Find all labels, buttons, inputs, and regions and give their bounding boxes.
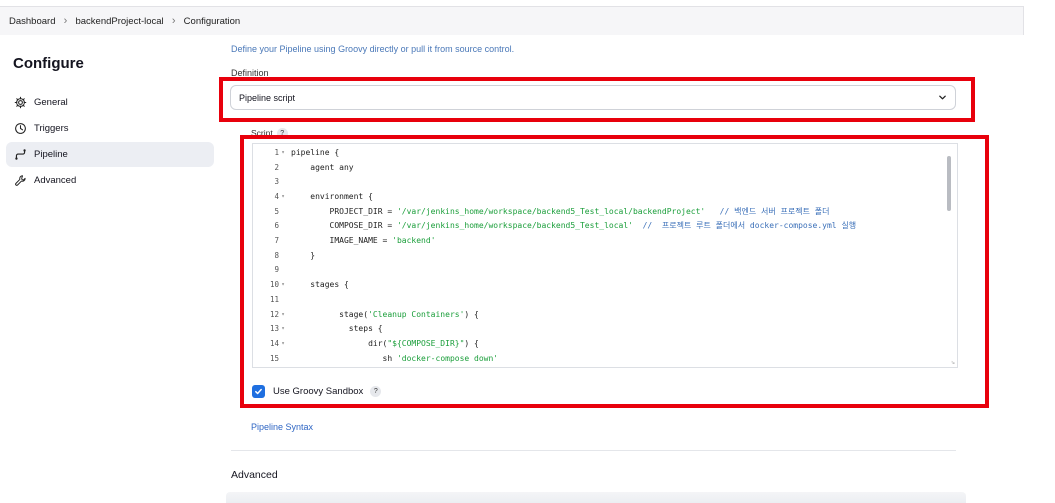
section-divider bbox=[231, 450, 956, 451]
wrench-icon bbox=[14, 174, 27, 187]
breadcrumb-configuration[interactable]: Configuration bbox=[184, 16, 241, 27]
clock-icon bbox=[14, 122, 27, 135]
sandbox-label: Use Groovy Sandbox bbox=[273, 386, 364, 397]
sidebar-item-advanced[interactable]: Advanced bbox=[6, 168, 214, 193]
breadcrumb: Dashboard › backendProject-local › Confi… bbox=[0, 6, 1024, 35]
check-icon bbox=[255, 388, 262, 395]
sidebar-title: Configure bbox=[13, 55, 84, 72]
sidebar-item-label: Advanced bbox=[34, 175, 77, 186]
sidebar-item-label: Pipeline bbox=[34, 149, 68, 160]
highlight-box-script bbox=[240, 135, 989, 408]
gear-icon bbox=[14, 96, 27, 109]
sandbox-checkbox[interactable] bbox=[252, 385, 265, 398]
sidebar-item-general[interactable]: General bbox=[6, 90, 214, 115]
highlight-box-definition bbox=[219, 77, 975, 122]
sidebar-item-pipeline[interactable]: Pipeline bbox=[6, 142, 214, 167]
breadcrumb-project[interactable]: backendProject-local bbox=[75, 16, 163, 27]
advanced-section-heading: Advanced bbox=[231, 469, 278, 481]
sidebar-item-triggers[interactable]: Triggers bbox=[6, 116, 214, 141]
groovy-sandbox-option: Use Groovy Sandbox ? bbox=[252, 385, 382, 398]
breadcrumb-dashboard[interactable]: Dashboard bbox=[9, 16, 55, 27]
help-icon[interactable]: ? bbox=[370, 386, 382, 397]
pipeline-icon bbox=[14, 148, 27, 161]
pipeline-syntax-link[interactable]: Pipeline Syntax bbox=[251, 422, 313, 432]
pipeline-description: Define your Pipeline using Groovy direct… bbox=[231, 44, 515, 54]
sidebar-item-label: General bbox=[34, 97, 68, 108]
chevron-right-icon: › bbox=[171, 15, 176, 27]
bottom-panel-edge bbox=[226, 492, 966, 503]
chevron-right-icon: › bbox=[63, 15, 68, 27]
sidebar-item-label: Triggers bbox=[34, 123, 69, 134]
sidebar-nav: General Triggers Pipeline Advanced bbox=[6, 90, 214, 194]
